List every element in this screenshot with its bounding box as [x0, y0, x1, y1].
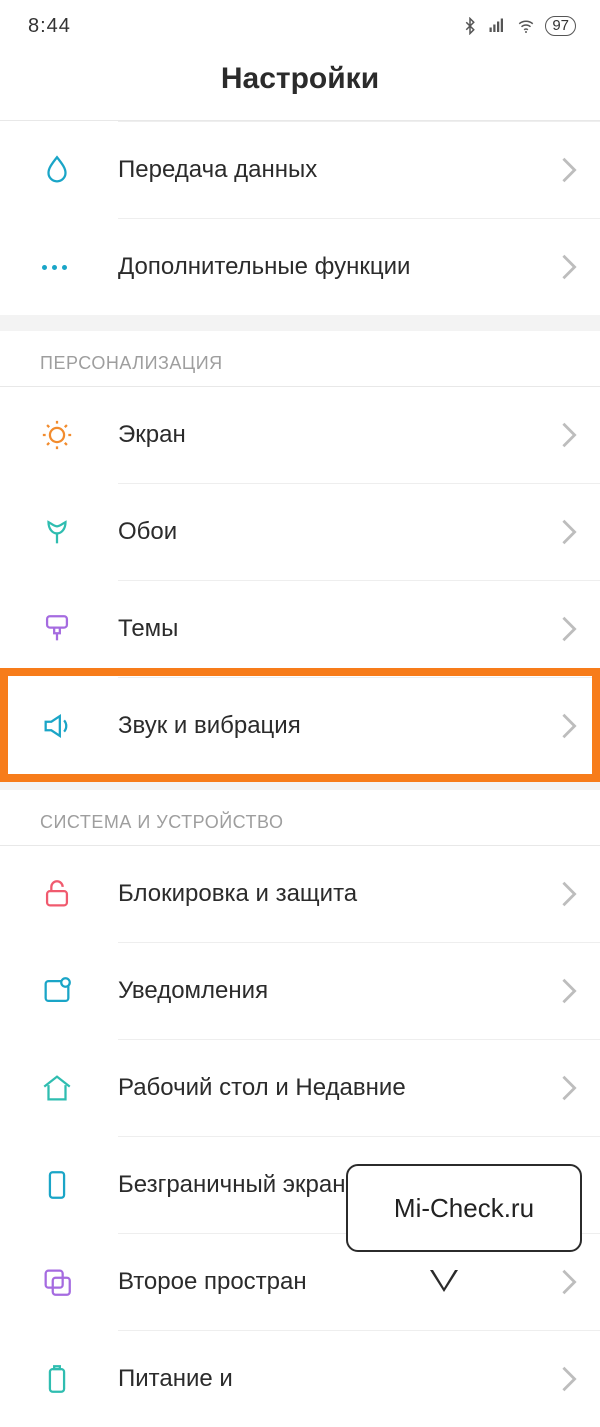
battery-indicator: 97	[545, 16, 576, 36]
chevron-right-icon	[560, 880, 578, 908]
signal-icon	[487, 17, 507, 35]
row-more-features[interactable]: Дополнительные функции	[0, 219, 600, 315]
chevron-right-icon	[560, 253, 578, 281]
chevron-right-icon	[560, 156, 578, 184]
chevron-right-icon	[560, 1365, 578, 1393]
row-label: Питание и	[118, 1365, 560, 1393]
bluetooth-icon	[461, 17, 479, 35]
section-header-system: СИСТЕМА И УСТРОЙСТВО	[0, 790, 600, 845]
row-wallpaper[interactable]: Обои	[0, 484, 600, 580]
row-lock-security[interactable]: Блокировка и защита	[0, 846, 600, 942]
row-notifications[interactable]: Уведомления	[0, 943, 600, 1039]
chevron-right-icon	[560, 977, 578, 1005]
section-header-personalization: ПЕРСОНАЛИЗАЦИЯ	[0, 331, 600, 386]
row-themes[interactable]: Темы	[0, 581, 600, 677]
drop-icon	[0, 153, 118, 187]
battery-icon	[0, 1362, 118, 1396]
chevron-right-icon	[560, 421, 578, 449]
lock-icon	[0, 877, 118, 911]
dual-icon	[0, 1265, 118, 1299]
sun-icon	[0, 418, 118, 452]
chevron-right-icon	[560, 615, 578, 643]
callout-text: Mi-Check.ru	[394, 1193, 534, 1224]
row-label: Темы	[118, 615, 560, 643]
row-battery-perf[interactable]: Питание и	[0, 1331, 600, 1427]
watermark-callout: Mi-Check.ru	[346, 1164, 582, 1252]
chevron-right-icon	[560, 1268, 578, 1296]
row-home-recents[interactable]: Рабочий стол и Недавние	[0, 1040, 600, 1136]
chevron-right-icon	[560, 1074, 578, 1102]
speaker-icon	[0, 709, 118, 743]
brush-icon	[0, 612, 118, 646]
row-display[interactable]: Экран	[0, 387, 600, 483]
wifi-icon	[515, 17, 537, 35]
row-label: Второе простран	[118, 1268, 560, 1296]
page-title: Настройки	[0, 52, 600, 121]
row-label: Рабочий стол и Недавние	[118, 1074, 560, 1102]
row-label: Передача данных	[118, 156, 560, 184]
status-indicators: 97	[461, 16, 576, 36]
row-label: Блокировка и защита	[118, 880, 560, 908]
row-label: Экран	[118, 421, 560, 449]
row-label: Звук и вибрация	[118, 712, 560, 740]
status-time: 8:44	[28, 15, 71, 38]
chevron-right-icon	[560, 518, 578, 546]
row-label: Уведомления	[118, 977, 560, 1005]
row-data-usage[interactable]: Передача данных	[0, 122, 600, 218]
notification-icon	[0, 974, 118, 1008]
row-label: Дополнительные функции	[118, 253, 560, 281]
more-icon	[0, 265, 118, 270]
status-bar: 8:44 97	[0, 0, 600, 52]
row-label: Обои	[118, 518, 560, 546]
row-sound-vibration[interactable]: Звук и вибрация	[0, 678, 600, 774]
home-icon	[0, 1071, 118, 1105]
phone-icon	[0, 1168, 118, 1202]
chevron-right-icon	[560, 712, 578, 740]
tulip-icon	[0, 515, 118, 549]
